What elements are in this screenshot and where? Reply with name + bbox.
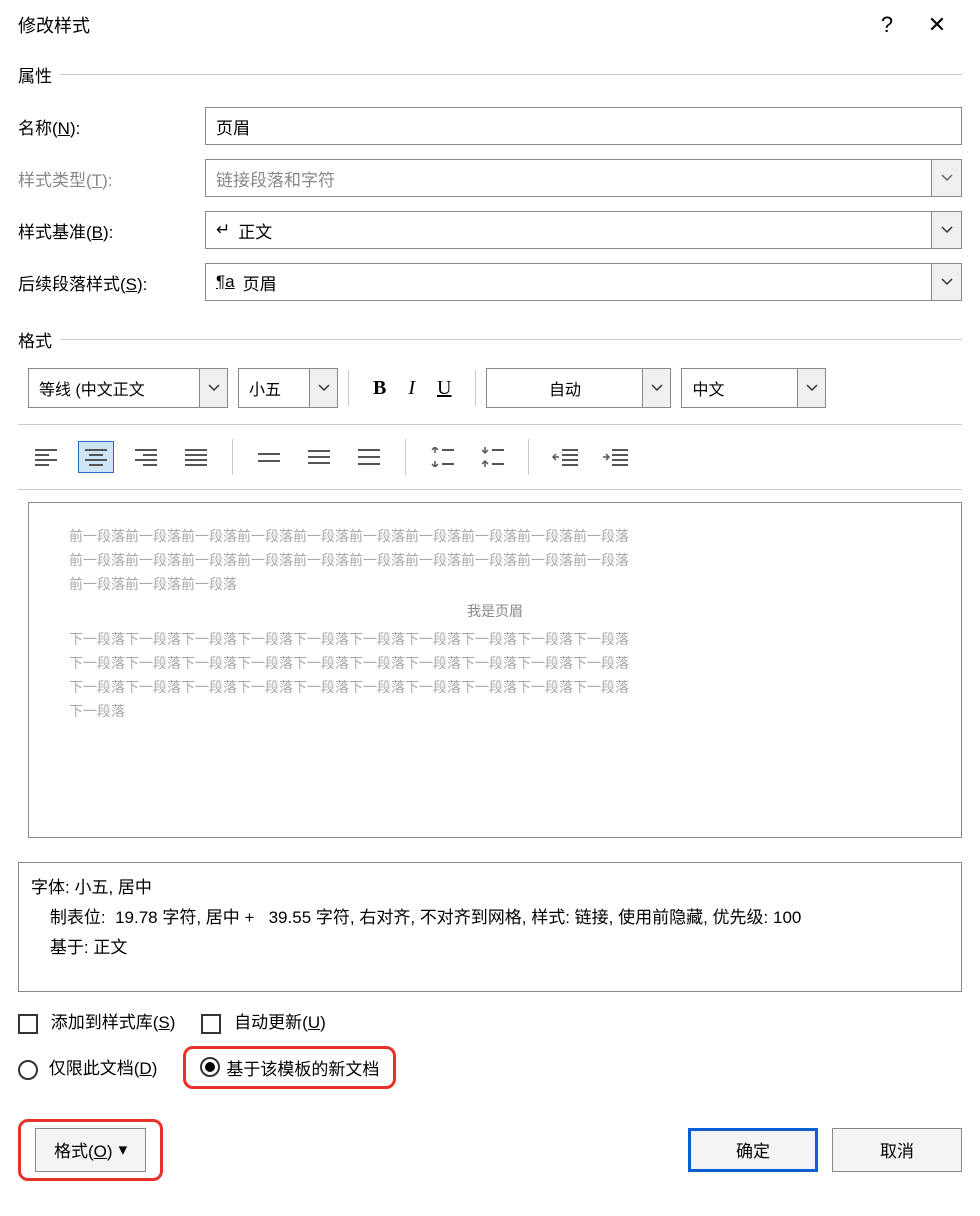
section-format: 格式	[0, 315, 980, 358]
align-left-button[interactable]	[28, 441, 64, 473]
return-icon: ↵	[216, 220, 230, 240]
style-type-select: 链接段落和字符	[205, 159, 962, 197]
cancel-button[interactable]: 取消	[832, 1128, 962, 1172]
chevron-down-icon	[931, 160, 961, 196]
name-field[interactable]	[205, 107, 962, 145]
align-center-button[interactable]	[78, 441, 114, 473]
color-combo[interactable]: 自动	[486, 368, 671, 408]
size-combo[interactable]: 小五	[238, 368, 338, 408]
align-justify-button[interactable]	[178, 441, 214, 473]
chevron-down-icon[interactable]	[642, 369, 670, 407]
preview-prev-line: 前一段落前一段落前一段落前一段落前一段落前一段落前一段落前一段落前一段落前一段落	[69, 549, 921, 573]
close-button[interactable]: ✕	[912, 5, 962, 45]
chevron-down-icon[interactable]	[309, 369, 337, 407]
titlebar: 修改样式 ? ✕	[0, 0, 980, 50]
template-documents-radio[interactable]: 基于该模板的新文档	[183, 1046, 396, 1089]
underline-button[interactable]: U	[437, 377, 451, 400]
caret-down-icon: ▾	[119, 1140, 128, 1160]
chevron-down-icon[interactable]	[931, 264, 961, 300]
style-preview: 前一段落前一段落前一段落前一段落前一段落前一段落前一段落前一段落前一段落前一段落…	[28, 502, 962, 838]
options-area: 添加到样式库(S) 自动更新(U) 仅限此文档(D) 基于该模板的新文档	[0, 992, 980, 1089]
ok-button[interactable]: 确定	[688, 1128, 818, 1172]
decrease-indent-button[interactable]	[547, 441, 583, 473]
paragraph-icon: ¶a	[216, 272, 235, 292]
chevron-down-icon[interactable]	[797, 369, 825, 407]
chevron-down-icon[interactable]	[931, 212, 961, 248]
preview-prev-line: 前一段落前一段落前一段落前一段落前一段落前一段落前一段落前一段落前一段落前一段落	[69, 525, 921, 549]
based-on-label: 样式基准(B):	[18, 218, 193, 243]
preview-next-line: 下一段落	[69, 700, 921, 724]
spacing-decrease-button[interactable]	[474, 441, 510, 473]
bold-button[interactable]: B	[373, 377, 386, 400]
properties-form: 名称(N): 样式类型(T): 链接段落和字符 样式基准(B): ↵ 正文	[0, 107, 980, 301]
dialog-title: 修改样式	[18, 12, 862, 38]
dialog-footer: 格式(O) ▾ 确定 取消	[0, 1101, 980, 1195]
following-style-label: 后续段落样式(S):	[18, 270, 193, 295]
section-properties: 属性	[0, 50, 980, 93]
preview-next-line: 下一段落下一段落下一段落下一段落下一段落下一段落下一段落下一段落下一段落下一段落	[69, 652, 921, 676]
line-spacing-2-button[interactable]	[351, 441, 387, 473]
chevron-down-icon[interactable]	[199, 369, 227, 407]
this-document-only-radio[interactable]: 仅限此文档(D)	[18, 1054, 157, 1080]
preview-sample-text: 我是页眉	[69, 600, 921, 624]
following-style-select[interactable]: ¶a 页眉	[205, 263, 962, 301]
based-on-select[interactable]: ↵ 正文	[205, 211, 962, 249]
style-type-label: 样式类型(T):	[18, 166, 193, 191]
help-button[interactable]: ?	[862, 5, 912, 45]
format-toolbar: 等线 (中文正文 小五 B I U 自动 中文	[0, 358, 980, 418]
preview-prev-line: 前一段落前一段落前一段落	[69, 573, 921, 597]
name-label: 名称(N):	[18, 114, 193, 139]
font-combo[interactable]: 等线 (中文正文	[28, 368, 228, 408]
auto-update-checkbox[interactable]: 自动更新(U)	[201, 1008, 325, 1034]
italic-button[interactable]: I	[408, 377, 415, 400]
align-right-button[interactable]	[128, 441, 164, 473]
line-spacing-1-button[interactable]	[251, 441, 287, 473]
line-spacing-15-button[interactable]	[301, 441, 337, 473]
increase-indent-button[interactable]	[597, 441, 633, 473]
preview-next-line: 下一段落下一段落下一段落下一段落下一段落下一段落下一段落下一段落下一段落下一段落	[69, 628, 921, 652]
add-to-gallery-checkbox[interactable]: 添加到样式库(S)	[18, 1008, 175, 1034]
format-menu-button[interactable]: 格式(O) ▾	[35, 1128, 146, 1172]
paragraph-toolbar	[18, 424, 962, 490]
language-combo[interactable]: 中文	[681, 368, 826, 408]
style-description: 字体: 小五, 居中 制表位: 19.78 字符, 居中 + 39.55 字符,…	[18, 862, 962, 992]
spacing-increase-button[interactable]	[424, 441, 460, 473]
preview-next-line: 下一段落下一段落下一段落下一段落下一段落下一段落下一段落下一段落下一段落下一段落	[69, 676, 921, 700]
